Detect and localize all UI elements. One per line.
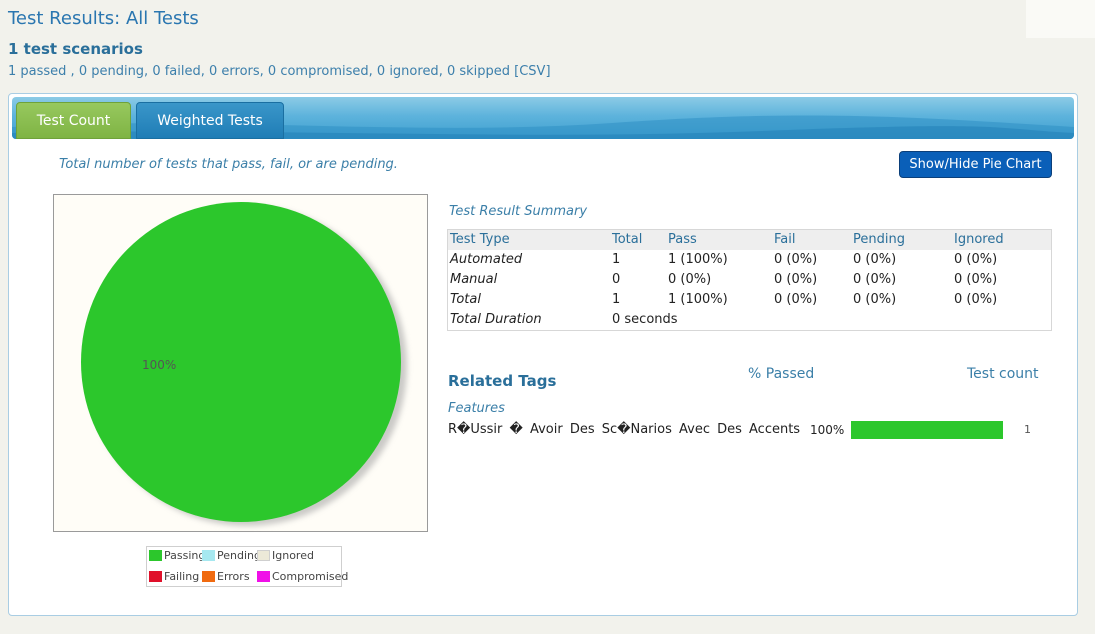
row-ignored: 0 (0%) — [954, 292, 998, 307]
row-pass: 0 (0%) — [668, 272, 712, 287]
pie-slice-passing — [81, 202, 401, 522]
legend-swatch-pending — [202, 550, 215, 561]
row-ignored: 0 (0%) — [954, 252, 998, 267]
row-total: 1 — [612, 292, 621, 307]
duration-value: 0 seconds — [612, 312, 678, 327]
row-pass: 1 (100%) — [668, 292, 728, 307]
legend-item-ignored: Ignored — [257, 549, 314, 562]
legend-label: Ignored — [272, 549, 314, 562]
legend-label: Failing — [164, 570, 200, 583]
table-row: Automated 1 1 (100%) 0 (0%) 0 (0%) 0 (0%… — [448, 250, 1051, 270]
page-title: Test Results: All Tests — [8, 8, 199, 29]
table-header-row: Test Type Total Pass Fail Pending Ignore… — [448, 230, 1051, 250]
legend-swatch-ignored — [257, 550, 270, 561]
legend-label: Pending — [217, 549, 261, 562]
results-summary-line: 1 passed , 0 pending, 0 failed, 0 errors… — [8, 64, 551, 79]
row-fail: 0 (0%) — [774, 252, 818, 267]
legend-label: Errors — [217, 570, 250, 583]
legend-swatch-passing — [149, 550, 162, 561]
legend-swatch-failing — [149, 571, 162, 582]
legend-item-failing: Failing — [149, 570, 199, 583]
features-group-label: Features — [448, 401, 505, 416]
tag-test-count: 1 — [1024, 423, 1031, 436]
chart-caption: Total number of tests that pass, fail, o… — [59, 157, 398, 172]
table-row: Total 1 1 (100%) 0 (0%) 0 (0%) 0 (0%) — [448, 290, 1051, 310]
pie-legend: Passing Pending Ignored Failing Errors C… — [146, 546, 348, 587]
test-result-summary-table: Test Type Total Pass Fail Pending Ignore… — [447, 229, 1052, 331]
legend-label: Passing — [164, 549, 206, 562]
row-type: Total — [450, 292, 481, 307]
row-type: Automated — [450, 252, 523, 267]
legend-item-passing: Passing — [149, 549, 205, 562]
tab-bar: Test Count Weighted Tests — [12, 97, 1074, 139]
pie-chart — [81, 202, 407, 526]
row-total: 1 — [612, 252, 621, 267]
col-header-ignored: Ignored — [954, 232, 1004, 247]
col-header-total: Total — [612, 232, 643, 247]
legend-item-compromised: Compromised — [257, 570, 348, 583]
col-header-test-type: Test Type — [450, 232, 510, 247]
summary-caption: Test Result Summary — [449, 204, 588, 219]
tag-progress-bar — [851, 421, 1003, 439]
legend-item-pending: Pending — [202, 549, 261, 562]
scenario-count: 1 test scenarios — [8, 40, 143, 58]
pie-chart-area: 100% — [53, 194, 428, 532]
col-header-pass: Pass — [668, 232, 697, 247]
row-fail: 0 (0%) — [774, 292, 818, 307]
col-header-fail: Fail — [774, 232, 796, 247]
legend-item-errors: Errors — [202, 570, 250, 583]
row-ignored: 0 (0%) — [954, 272, 998, 287]
legend-swatch-errors — [202, 571, 215, 582]
row-type: Manual — [450, 272, 498, 287]
right-background-strip — [1026, 0, 1095, 38]
show-hide-pie-chart-button[interactable]: Show/Hide Pie Chart — [899, 151, 1052, 178]
table-row: Manual 0 0 (0%) 0 (0%) 0 (0%) 0 (0%) — [448, 270, 1051, 290]
row-total: 0 — [612, 272, 621, 287]
tag-row: R�Ussir � Avoir Des Sc�Narios Avec Des A… — [447, 420, 1052, 442]
legend-swatch-compromised — [257, 571, 270, 582]
legend-label: Compromised — [272, 570, 349, 583]
tags-count-header: Test count — [967, 366, 1039, 382]
tag-link[interactable]: R�Ussir � Avoir Des Sc�Narios Avec Des A… — [448, 422, 800, 437]
row-pending: 0 (0%) — [853, 292, 897, 307]
tag-progress-fill — [851, 421, 1003, 439]
duration-label: Total Duration — [450, 312, 542, 327]
row-pass: 1 (100%) — [668, 252, 728, 267]
row-pending: 0 (0%) — [853, 252, 897, 267]
pie-slice-label: 100% — [142, 358, 177, 372]
tags-passed-header: % Passed — [748, 366, 815, 382]
tab-weighted-tests[interactable]: Weighted Tests — [136, 102, 284, 139]
row-fail: 0 (0%) — [774, 272, 818, 287]
col-header-pending: Pending — [853, 232, 905, 247]
row-pending: 0 (0%) — [853, 272, 897, 287]
related-tags-title: Related Tags — [448, 372, 557, 390]
tag-percent: 100% — [810, 423, 845, 437]
results-panel: Test Count Weighted Tests Total number o… — [8, 93, 1078, 616]
table-row-duration: Total Duration 0 seconds — [448, 310, 1051, 330]
tab-test-count[interactable]: Test Count — [16, 102, 131, 139]
